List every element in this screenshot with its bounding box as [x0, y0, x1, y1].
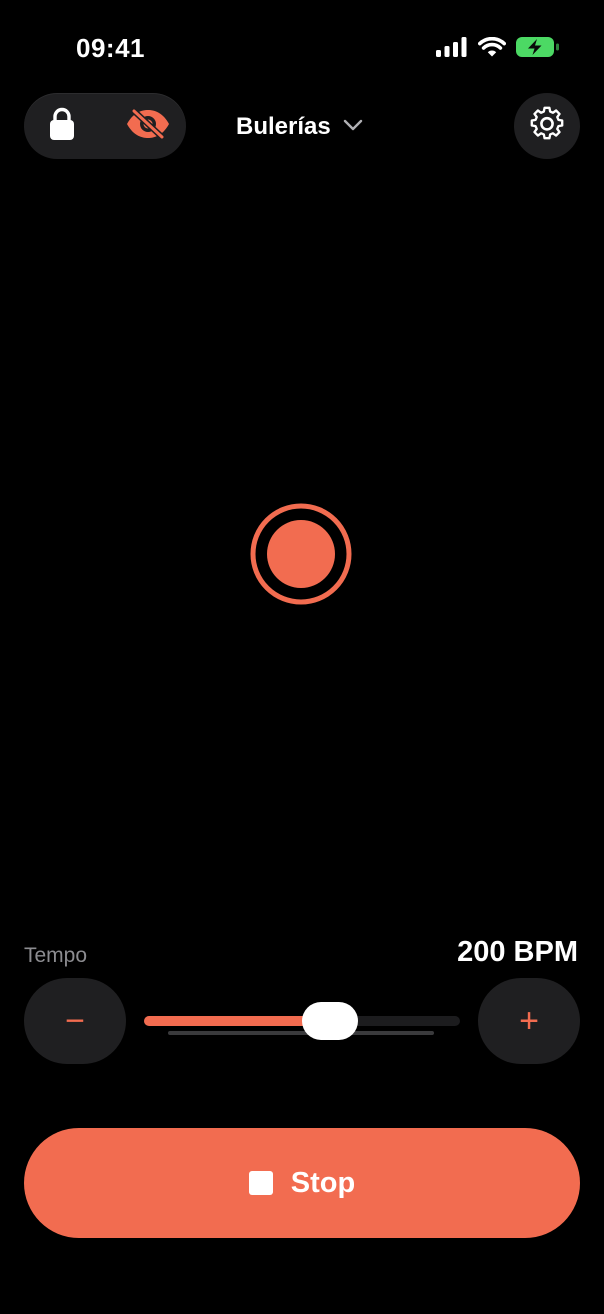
- plus-icon: +: [519, 1002, 539, 1040]
- rhythm-selector[interactable]: Bulerías: [236, 110, 363, 144]
- hide-visual-button[interactable]: [120, 102, 176, 150]
- beat-indicator: [250, 503, 352, 605]
- status-time: 09:41: [76, 33, 145, 63]
- stop-button-label: Stop: [290, 1166, 356, 1199]
- tempo-label: Tempo: [24, 944, 88, 967]
- lock-icon: [49, 107, 75, 146]
- cellular-signal-icon: [436, 37, 468, 57]
- stop-button[interactable]: Stop: [24, 1128, 580, 1238]
- minus-icon: −: [65, 1002, 85, 1040]
- tempo-slider-thumb[interactable]: [302, 1002, 358, 1040]
- gear-icon: [529, 106, 565, 147]
- lock-button[interactable]: [38, 102, 86, 150]
- tempo-slider-subtrack: [168, 1031, 434, 1035]
- stop-icon: [248, 1171, 273, 1195]
- settings-button[interactable]: [514, 93, 580, 159]
- visibility-lock-toggle: [24, 93, 186, 159]
- beat-indicator-dot: [267, 520, 335, 588]
- tempo-increase-button[interactable]: +: [478, 978, 580, 1064]
- tempo-slider[interactable]: [144, 1002, 460, 1042]
- battery-charging-icon: [516, 36, 560, 58]
- eye-slash-icon: [125, 107, 171, 145]
- status-icons: [436, 36, 560, 58]
- tempo-decrease-button[interactable]: −: [24, 978, 126, 1064]
- chevron-down-icon: [343, 118, 363, 136]
- wifi-icon: [478, 36, 506, 58]
- rhythm-name: Bulerías: [236, 113, 331, 140]
- tempo-value: 200 BPM: [457, 936, 578, 968]
